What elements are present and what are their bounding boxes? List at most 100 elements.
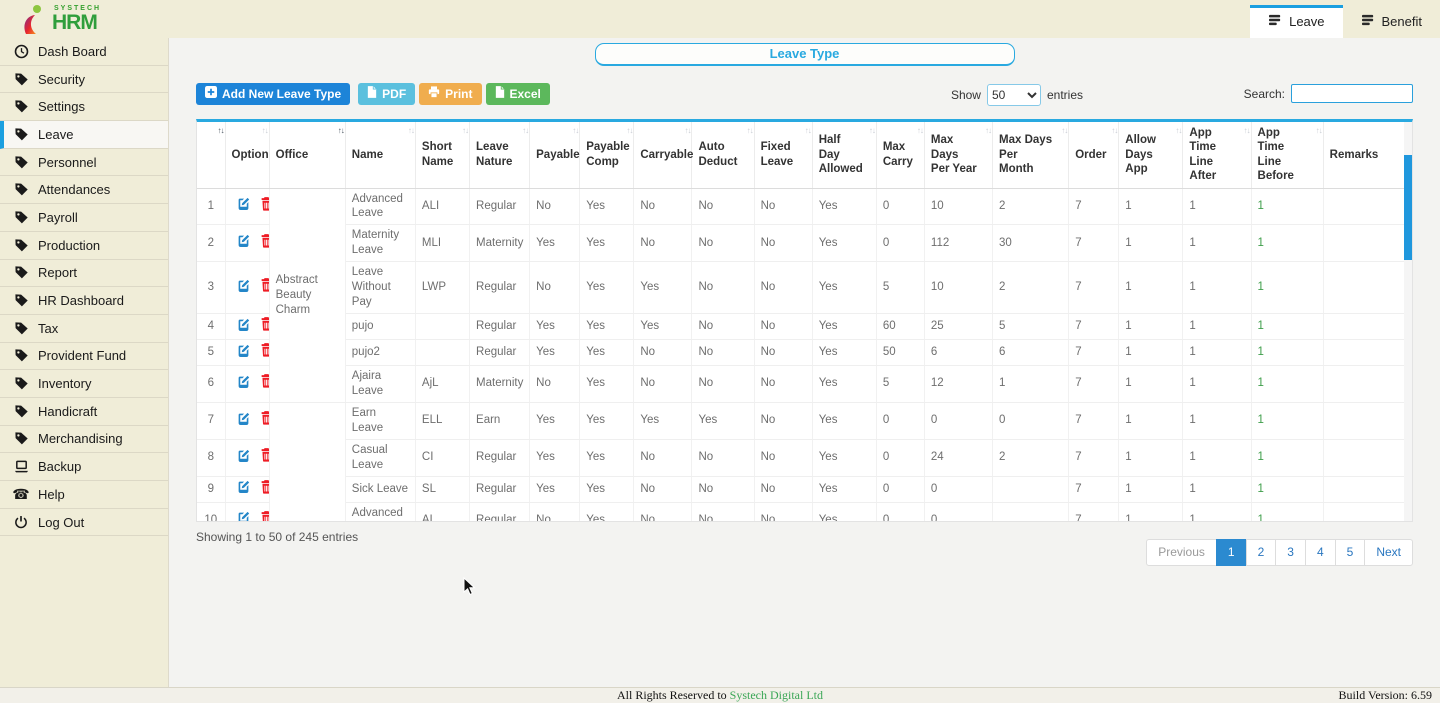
pagination-page-1[interactable]: 1 xyxy=(1216,539,1247,566)
pagination-next[interactable]: Next xyxy=(1364,539,1413,566)
column-header-order[interactable]: Order↑↓ xyxy=(1069,122,1119,188)
sidebar-item-merchandising[interactable]: Merchandising xyxy=(0,426,168,454)
column-header-app-time-line-before[interactable]: App Time Line Before↑↓ xyxy=(1251,122,1323,188)
column-header-allow-days-app[interactable]: Allow Days App↑↓ xyxy=(1119,122,1183,188)
search-input[interactable] xyxy=(1291,84,1413,103)
brand-hrm: HRM xyxy=(52,12,101,33)
sidebar-item-personnel[interactable]: Personnel xyxy=(0,149,168,177)
print-button[interactable]: Print xyxy=(419,83,481,105)
edit-icon[interactable] xyxy=(237,197,250,215)
sidebar-item-leave[interactable]: Leave xyxy=(0,121,168,149)
sidebar-item-report[interactable]: Report xyxy=(0,260,168,288)
row-number-cell: 3 xyxy=(197,262,225,314)
table-scrollbar-track[interactable] xyxy=(1404,122,1412,521)
table-scrollbar-thumb[interactable] xyxy=(1404,155,1412,260)
half-day-allowed-cell: Yes xyxy=(812,365,876,402)
max-carry-cell: 0 xyxy=(876,225,924,262)
column-header-max-days-per-month[interactable]: Max Days Per Month↑↓ xyxy=(993,122,1069,188)
column-header-auto-deduct[interactable]: Auto Deduct↑↓ xyxy=(692,122,754,188)
pagination-page-2[interactable]: 2 xyxy=(1246,539,1277,566)
column-header-payable[interactable]: Payable↑↓ xyxy=(530,122,580,188)
half-day-allowed-cell: Yes xyxy=(812,439,876,476)
edit-icon[interactable] xyxy=(237,511,250,522)
pagination-page-4[interactable]: 4 xyxy=(1305,539,1336,566)
column-header-max-carry[interactable]: Max Carry↑↓ xyxy=(876,122,924,188)
delete-icon[interactable] xyxy=(260,278,270,297)
delete-icon[interactable] xyxy=(260,317,270,336)
sidebar-item-payroll[interactable]: Payroll xyxy=(0,204,168,232)
sidebar-item-security[interactable]: Security xyxy=(0,66,168,94)
max-days-per-year-cell: 12 xyxy=(924,365,992,402)
edit-icon[interactable] xyxy=(237,449,250,467)
delete-icon[interactable] xyxy=(260,480,270,499)
sidebar-item-help[interactable]: ☎Help xyxy=(0,481,168,509)
column-header-app-time-line-after[interactable]: App Time Line After↑↓ xyxy=(1183,122,1251,188)
office-cell: Abstract Beauty Charm xyxy=(269,188,345,402)
delete-icon[interactable] xyxy=(260,411,270,430)
sort-icon: ↑↓ xyxy=(985,126,991,136)
sort-icon: ↑↓ xyxy=(1316,126,1322,136)
column-header-fixed-leave[interactable]: Fixed Leave↑↓ xyxy=(754,122,812,188)
entries-select[interactable]: 50 xyxy=(987,84,1041,106)
sidebar-item-handicraft[interactable]: Handicraft xyxy=(0,398,168,426)
edit-icon[interactable] xyxy=(237,279,250,297)
sidebar-item-log-out[interactable]: Log Out xyxy=(0,509,168,537)
column-header-option[interactable]: Option↑↓ xyxy=(225,122,269,188)
delete-icon[interactable] xyxy=(260,343,270,362)
fixed-leave-cell: No xyxy=(754,365,812,402)
column-header-remarks[interactable]: Remarks↑↓ xyxy=(1323,122,1411,188)
excel-file-icon xyxy=(495,86,505,101)
edit-icon[interactable] xyxy=(237,412,250,430)
column-header-max-days-per-year[interactable]: Max Days Per Year↑↓ xyxy=(924,122,992,188)
column-header-carryable[interactable]: Carryable↑↓ xyxy=(634,122,692,188)
table-footer-area: Showing 1 to 50 of 245 entries Previous1… xyxy=(196,527,1413,587)
sidebar-item-settings[interactable]: Settings xyxy=(0,93,168,121)
tab-benefit[interactable]: Benefit xyxy=(1343,6,1440,38)
excel-button[interactable]: Excel xyxy=(486,83,550,105)
sidebar-item-attendances[interactable]: Attendances xyxy=(0,176,168,204)
edit-icon[interactable] xyxy=(237,318,250,336)
pagination-page-5[interactable]: 5 xyxy=(1335,539,1366,566)
column-header-half-day-allowed[interactable]: Half Day Allowed↑↓ xyxy=(812,122,876,188)
edit-icon[interactable] xyxy=(237,344,250,362)
short-name-cell xyxy=(415,340,469,366)
column-header-name[interactable]: Name↑↓ xyxy=(345,122,415,188)
column-header-payable-comp[interactable]: Payable Comp↑↓ xyxy=(580,122,634,188)
edit-icon[interactable] xyxy=(237,375,250,393)
remarks-cell xyxy=(1323,340,1411,366)
sidebar-item-backup[interactable]: Backup xyxy=(0,453,168,481)
column-header-index[interactable]: ↑↓ xyxy=(197,122,225,188)
edit-icon[interactable] xyxy=(237,234,250,252)
delete-icon[interactable] xyxy=(260,511,270,522)
carryable-cell: Yes xyxy=(634,402,692,439)
sort-icon: ↑↓ xyxy=(684,126,690,136)
max-days-per-year-cell: 0 xyxy=(924,402,992,439)
delete-icon[interactable] xyxy=(260,374,270,393)
column-header-label: Office xyxy=(276,149,309,161)
pagination-previous[interactable]: Previous xyxy=(1146,539,1217,566)
pdf-button[interactable]: PDF xyxy=(358,83,415,105)
sidebar-item-production[interactable]: Production xyxy=(0,232,168,260)
table-row: 5pujo2RegularYesYesNoNoNoYes50667111 xyxy=(197,340,1412,366)
fixed-leave-cell: No xyxy=(754,402,812,439)
max-days-per-year-cell: 0 xyxy=(924,476,992,502)
sidebar-item-dash-board[interactable]: Dash Board xyxy=(0,38,168,66)
edit-icon[interactable] xyxy=(237,480,250,498)
column-header-office[interactable]: Office↑↓ xyxy=(269,122,345,188)
footer-company-link[interactable]: Systech Digital Ltd xyxy=(730,688,823,702)
sidebar-item-inventory[interactable]: Inventory xyxy=(0,370,168,398)
add-new-leave-type-button[interactable]: Add New Leave Type xyxy=(196,83,350,105)
fixed-leave-cell: No xyxy=(754,225,812,262)
column-header-short-name[interactable]: Short Name↑↓ xyxy=(415,122,469,188)
delete-icon[interactable] xyxy=(260,448,270,467)
tab-leave[interactable]: Leave xyxy=(1250,5,1342,38)
delete-icon[interactable] xyxy=(260,234,270,253)
tag-icon xyxy=(13,238,29,253)
pagination-page-3[interactable]: 3 xyxy=(1275,539,1306,566)
sidebar-item-tax[interactable]: Tax xyxy=(0,315,168,343)
name-cell: Advanced Leave xyxy=(345,188,415,225)
delete-icon[interactable] xyxy=(260,197,270,216)
sidebar-item-provident-fund[interactable]: Provident Fund xyxy=(0,343,168,371)
column-header-leave-nature[interactable]: Leave Nature↑↓ xyxy=(470,122,530,188)
sidebar-item-hr-dashboard[interactable]: HR Dashboard xyxy=(0,287,168,315)
